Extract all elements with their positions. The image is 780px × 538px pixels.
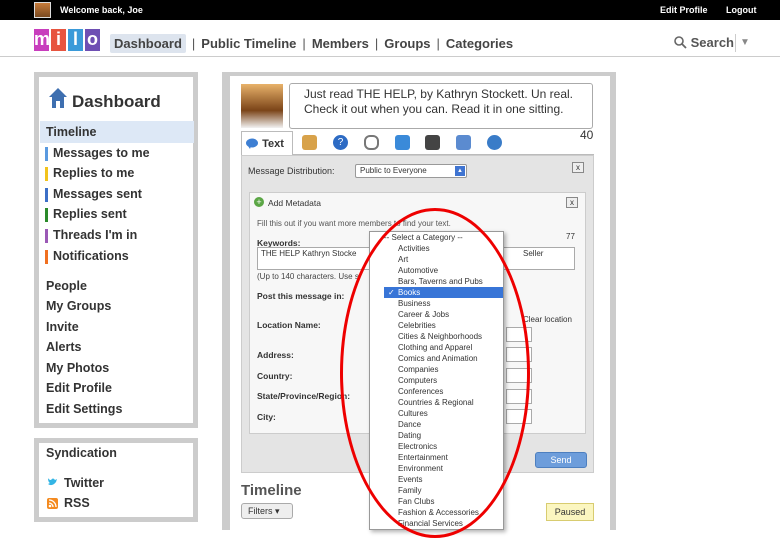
status-input[interactable]: Just read THE HELP, by Kathryn Stockett.… [289, 83, 593, 129]
sidebar-item-my-photos[interactable]: My Photos [46, 361, 109, 375]
logo[interactable]: m i l o [34, 29, 100, 51]
sidebar-item-threads[interactable]: Threads I'm in [53, 228, 137, 242]
search-button[interactable]: Search [674, 35, 734, 50]
camera-icon[interactable] [395, 135, 410, 150]
speech-bubble-icon [246, 138, 258, 149]
city-label: City: [257, 412, 276, 422]
globe-icon[interactable] [487, 135, 502, 150]
search-icon [674, 36, 687, 49]
post-in-label: Post this message in: [257, 291, 345, 301]
syndication-title: Syndication [46, 446, 117, 460]
sidebar-item-invite[interactable]: Invite [46, 320, 79, 334]
clear-location-link[interactable]: Clear location [523, 315, 572, 324]
logo-letter: m [34, 29, 51, 51]
keywords-value: THE HELP Kathryn Stocke [261, 249, 357, 258]
nav-categories[interactable]: Categories [446, 36, 513, 51]
sidebar-item-edit-settings[interactable]: Edit Settings [46, 402, 122, 416]
nav-groups[interactable]: Groups [384, 36, 430, 51]
distribution-label: Message Distribution: [248, 166, 335, 176]
tab-text[interactable]: Text [241, 131, 293, 156]
sidebar-item-replies-to-me[interactable]: Replies to me [53, 166, 134, 180]
highlight-oval [340, 208, 530, 538]
paused-badge[interactable]: Paused [546, 503, 594, 521]
syndication-twitter[interactable]: Twitter [64, 476, 104, 490]
tab-text-label: Text [262, 138, 284, 150]
link-icon[interactable] [364, 135, 379, 150]
distribution-select[interactable]: Public to Everyone ▲ [355, 164, 467, 178]
user-avatar[interactable] [34, 2, 51, 18]
sidebar-item-notifications[interactable]: Notifications [53, 249, 129, 263]
search-label: Search [690, 35, 734, 50]
sidebar-item-people[interactable]: People [46, 279, 87, 293]
chevron-down-icon: ▲ [455, 166, 465, 176]
rss-icon [47, 498, 58, 509]
profile-picture [241, 84, 283, 128]
main-nav: Dashboard | Public Timeline | Members | Gro… [110, 34, 513, 53]
sidebar-item-my-groups[interactable]: My Groups [46, 299, 111, 313]
sidebar-item-alerts[interactable]: Alerts [46, 340, 81, 354]
video-icon[interactable] [425, 135, 440, 150]
state-label: State/Province/Region: [257, 391, 351, 401]
send-button[interactable]: Send [535, 452, 587, 468]
chevron-down-icon[interactable]: ▼ [740, 37, 750, 48]
filters-button[interactable]: Filters ▾ [241, 503, 293, 519]
keywords-count: 77 [566, 232, 575, 241]
document-icon[interactable] [456, 135, 471, 150]
location-label: Location Name: [257, 320, 321, 330]
sidebar-title: Dashboard [72, 92, 161, 111]
color-marker [45, 250, 48, 264]
composer-tabs [241, 131, 594, 155]
sidebar-item-label[interactable]: Timeline [46, 125, 96, 139]
distribution-value: Public to Everyone [360, 166, 427, 175]
color-marker [45, 188, 48, 202]
nav-dashboard[interactable]: Dashboard [110, 34, 186, 53]
close-icon[interactable]: x [572, 162, 584, 173]
color-marker [45, 229, 48, 243]
limit-hint: (Up to 140 characters. Use s [257, 272, 359, 281]
twitter-icon [48, 478, 57, 486]
sidebar-item-replies-sent[interactable]: Replies sent [53, 207, 127, 221]
divider [0, 56, 780, 57]
color-marker [45, 208, 48, 222]
thumbs-up-icon[interactable] [302, 135, 317, 150]
color-marker [45, 167, 48, 181]
syndication-rss[interactable]: RSS [64, 496, 90, 510]
home-icon [49, 88, 67, 108]
welcome-text: Welcome back, Joe [60, 5, 143, 15]
metadata-title[interactable]: Add Metadata [268, 198, 321, 208]
sidebar-item-edit-profile[interactable]: Edit Profile [46, 381, 112, 395]
divider [735, 34, 736, 52]
logo-letter: l [68, 29, 83, 51]
color-marker [45, 147, 48, 161]
edit-profile-link[interactable]: Edit Profile [660, 5, 708, 15]
address-label: Address: [257, 350, 294, 360]
nav-members[interactable]: Members [312, 36, 369, 51]
question-icon[interactable]: ? [333, 135, 348, 150]
timeline-title: Timeline [241, 482, 302, 499]
plus-icon: + [254, 197, 264, 207]
close-icon[interactable]: x [566, 197, 578, 208]
sidebar-item-messages-sent[interactable]: Messages sent [53, 187, 142, 201]
sidebar-item-messages-to-me[interactable]: Messages to me [53, 146, 150, 160]
logo-letter: o [85, 29, 100, 51]
keywords-tail: Seller [523, 249, 544, 258]
country-label: Country: [257, 371, 293, 381]
nav-public-timeline[interactable]: Public Timeline [201, 36, 296, 51]
logout-link[interactable]: Logout [726, 5, 757, 15]
logo-letter: i [51, 29, 66, 51]
